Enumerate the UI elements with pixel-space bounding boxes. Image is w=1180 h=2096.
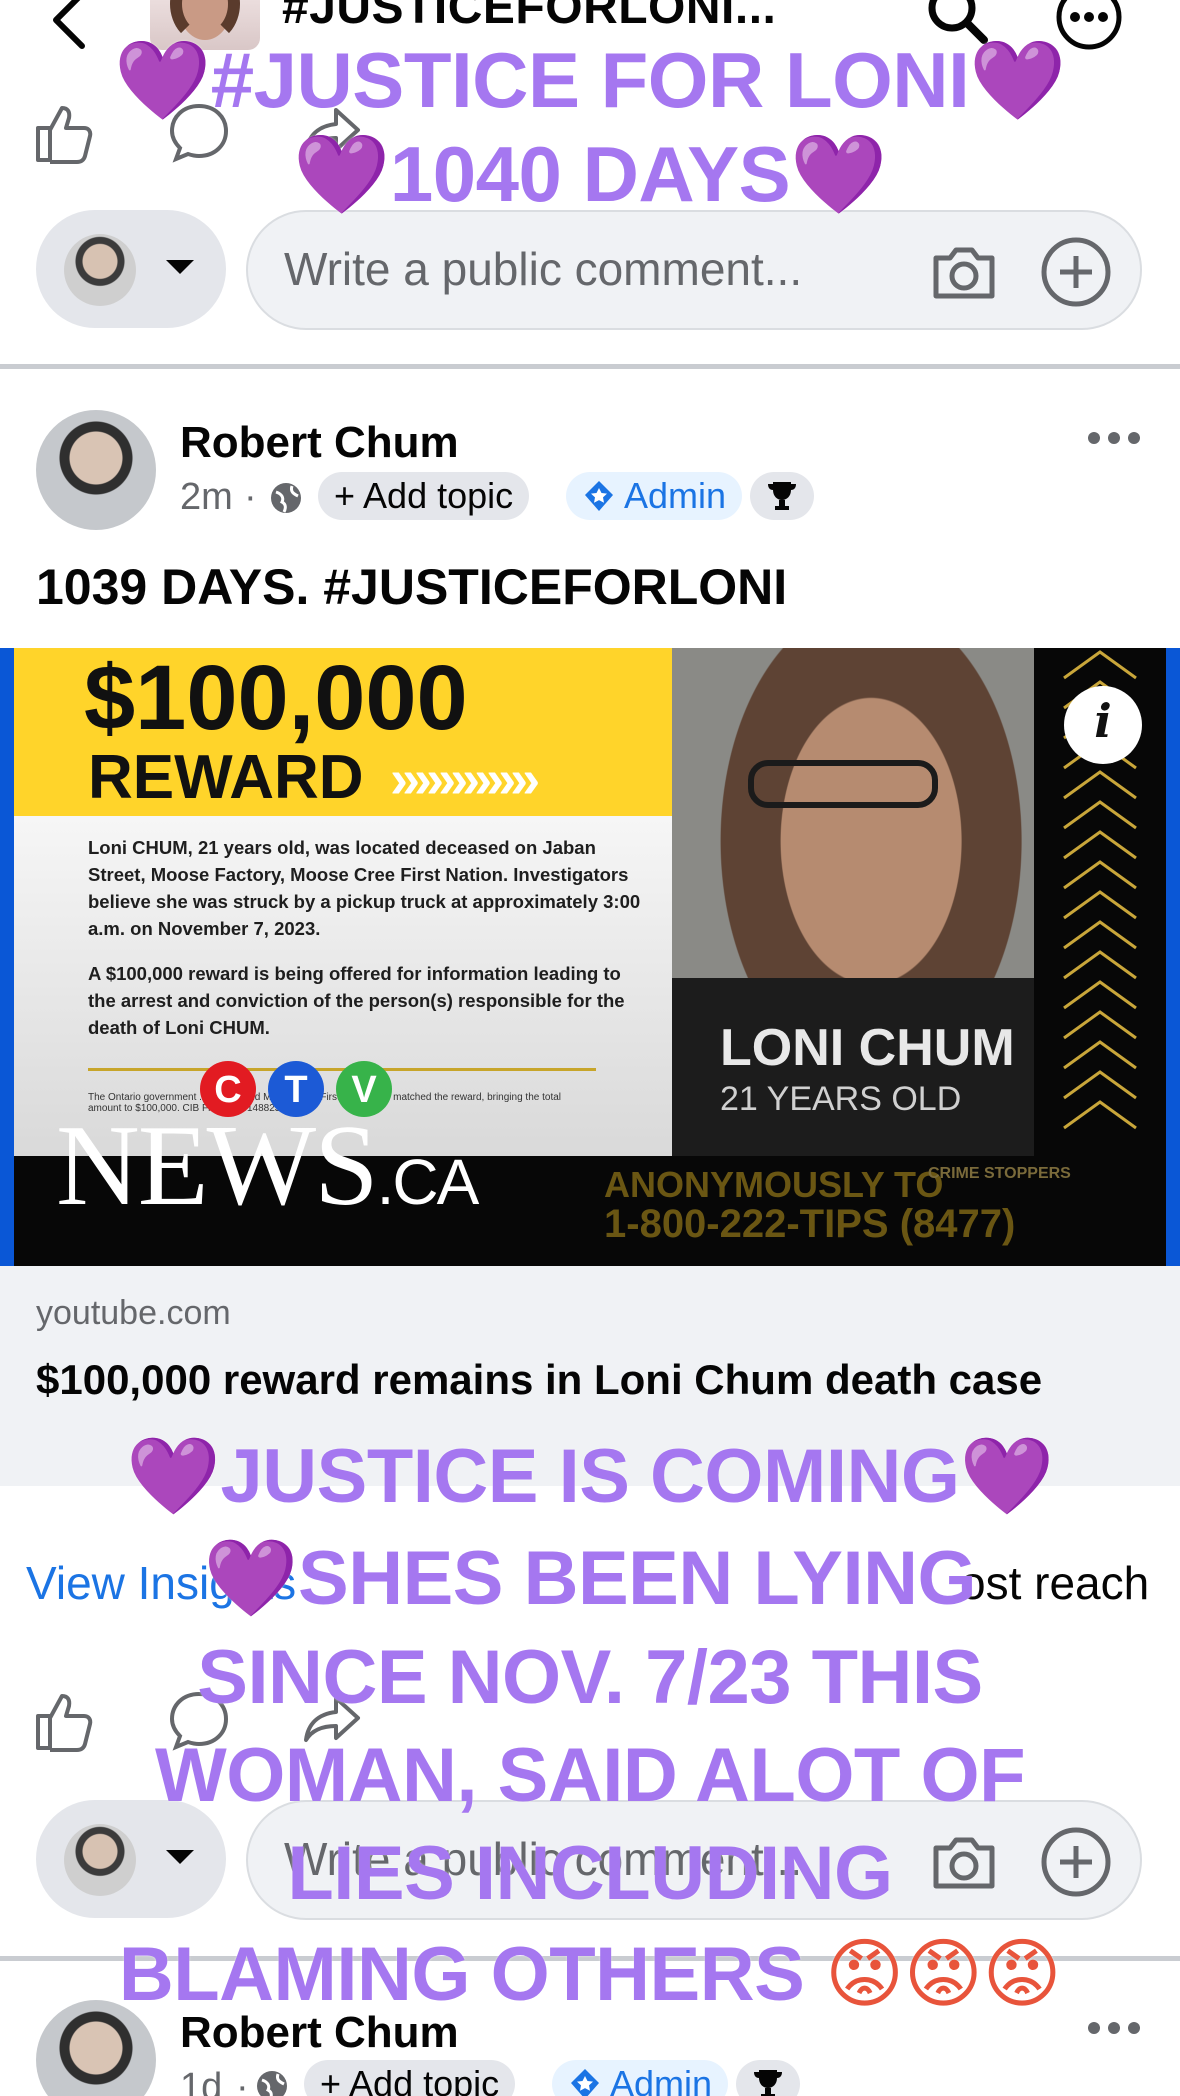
admin-badge-label: Admin <box>610 2063 713 2096</box>
avatar <box>64 234 136 306</box>
comment-as-selector[interactable] <box>36 210 226 328</box>
reward-heading: REWARD <box>88 743 364 812</box>
comment-input[interactable]: Write a public comment... <box>246 210 1142 330</box>
purple-heart-emoji: 💜 <box>293 130 390 220</box>
victim-name: LONI CHUM <box>720 1019 1015 1077</box>
overlay-bottom-text-2: SHES BEEN LYING <box>298 1536 977 1621</box>
author-name[interactable]: Robert Chum <box>180 418 459 468</box>
comment-placeholder: Write a public comment... <box>284 243 803 295</box>
news-logo-main: NEWS <box>56 1102 379 1230</box>
group-title[interactable]: #JUSTICEFORLONI... <box>282 0 776 35</box>
arrow-decoration: »»»»»» <box>390 749 540 809</box>
purple-heart-emoji: 💜 <box>203 1533 299 1622</box>
info-glyph: i <box>1094 694 1112 748</box>
meta-separator: · <box>236 2066 249 2096</box>
trophy-badge[interactable] <box>750 472 814 520</box>
reward-paragraph-1: Loni CHUM, 21 years old, was located dec… <box>88 837 641 939</box>
overlay-bottom-line-3: SINCE NOV. 7/23 THIS <box>197 1635 983 1720</box>
meta-separator: · <box>244 476 257 518</box>
overlay-top-line-2: 💜1040 DAYS💜 <box>0 126 1180 223</box>
link-domain: youtube.com <box>36 1294 231 1332</box>
angry-face-emoji: 😡 <box>903 1929 983 2018</box>
victim-age: 21 YEARS OLD <box>720 1080 962 1118</box>
overlay-bottom-text-1: JUSTICE IS COMING <box>220 1434 960 1519</box>
trophy-badge[interactable] <box>736 2060 800 2096</box>
purple-heart-emoji: 💜 <box>790 130 887 220</box>
trophy-icon <box>768 482 796 510</box>
purple-heart-emoji: 💜 <box>959 1431 1054 1520</box>
overlay-bottom-line-4: WOMAN, SAID ALOT OF <box>154 1733 1026 1818</box>
crime-stoppers-logo: CRIME STOPPERS <box>928 1165 1071 1182</box>
angry-face-emoji: 😡 <box>982 1929 1062 2018</box>
reward-paragraph-2: A $100,000 reward is being offered for i… <box>88 963 625 1038</box>
admin-badge-label: Admin <box>624 475 727 516</box>
news-logo: NEWS.CA <box>56 1100 480 1233</box>
info-icon[interactable]: i <box>1064 686 1142 764</box>
admin-badge[interactable]: Admin <box>566 472 743 520</box>
shield-star-icon <box>585 481 613 511</box>
purple-heart-emoji: 💜 <box>114 36 211 126</box>
anonymously-text: ANONYMOUSLY TO <box>604 1164 944 1205</box>
reward-amount: $100,000 <box>84 648 468 749</box>
post-options-icon[interactable] <box>1086 428 1142 448</box>
post-time[interactable]: 1d <box>180 2066 222 2096</box>
link-title[interactable]: $100,000 reward remains in Loni Chum dea… <box>36 1350 1136 1410</box>
purple-heart-emoji: 💜 <box>969 36 1066 126</box>
tips-line: 1-800-222-TIPS (8477) <box>604 1202 1016 1246</box>
trophy-icon <box>754 2070 782 2096</box>
purple-heart-emoji: 💜 <box>126 1431 221 1520</box>
camera-icon[interactable] <box>928 236 1000 308</box>
add-topic-button[interactable]: + Add topic <box>304 2060 516 2096</box>
overlay-bottom-text-6: BLAMING OTHERS <box>118 1932 805 2017</box>
overlay-top-text-2: 1040 DAYS <box>389 130 791 218</box>
author-avatar[interactable] <box>36 410 156 530</box>
caret-down-icon <box>166 260 194 274</box>
overlay-bottom-line-6: BLAMING OTHERS 😡😡😡 <box>0 1926 1180 2023</box>
overlay-top-text-1: #JUSTICE FOR LONI <box>210 36 970 124</box>
link-preview-image[interactable]: $100,000 REWARD »»»»»» Loni CHUM, 21 yea… <box>0 648 1180 1266</box>
globe-icon <box>271 483 301 513</box>
overlay-bottom-line-2: 💜SHES BEEN LYING <box>0 1530 1180 1627</box>
plus-circle-icon[interactable] <box>1038 234 1114 310</box>
globe-icon <box>257 2071 287 2096</box>
overlay-bottom-line-5: LIES INCLUDING <box>287 1831 893 1916</box>
post-text: 1039 DAYS. #JUSTICEFORLONI <box>36 559 788 615</box>
post-divider <box>0 364 1180 369</box>
add-topic-button[interactable]: + Add topic <box>318 472 530 520</box>
reward-body: Loni CHUM, 21 years old, was located dec… <box>88 834 648 1059</box>
overlay-bottom-line-1: 💜JUSTICE IS COMING💜 <box>0 1428 1180 1525</box>
admin-badge[interactable]: Admin <box>552 2060 729 2096</box>
news-logo-suffix: .CA <box>376 1146 480 1218</box>
shield-star-icon <box>571 2069 599 2096</box>
overlay-top-line-1: 💜#JUSTICE FOR LONI💜 <box>0 32 1180 129</box>
post-time[interactable]: 2m <box>180 476 233 519</box>
angry-face-emoji: 😡 <box>824 1929 904 2018</box>
